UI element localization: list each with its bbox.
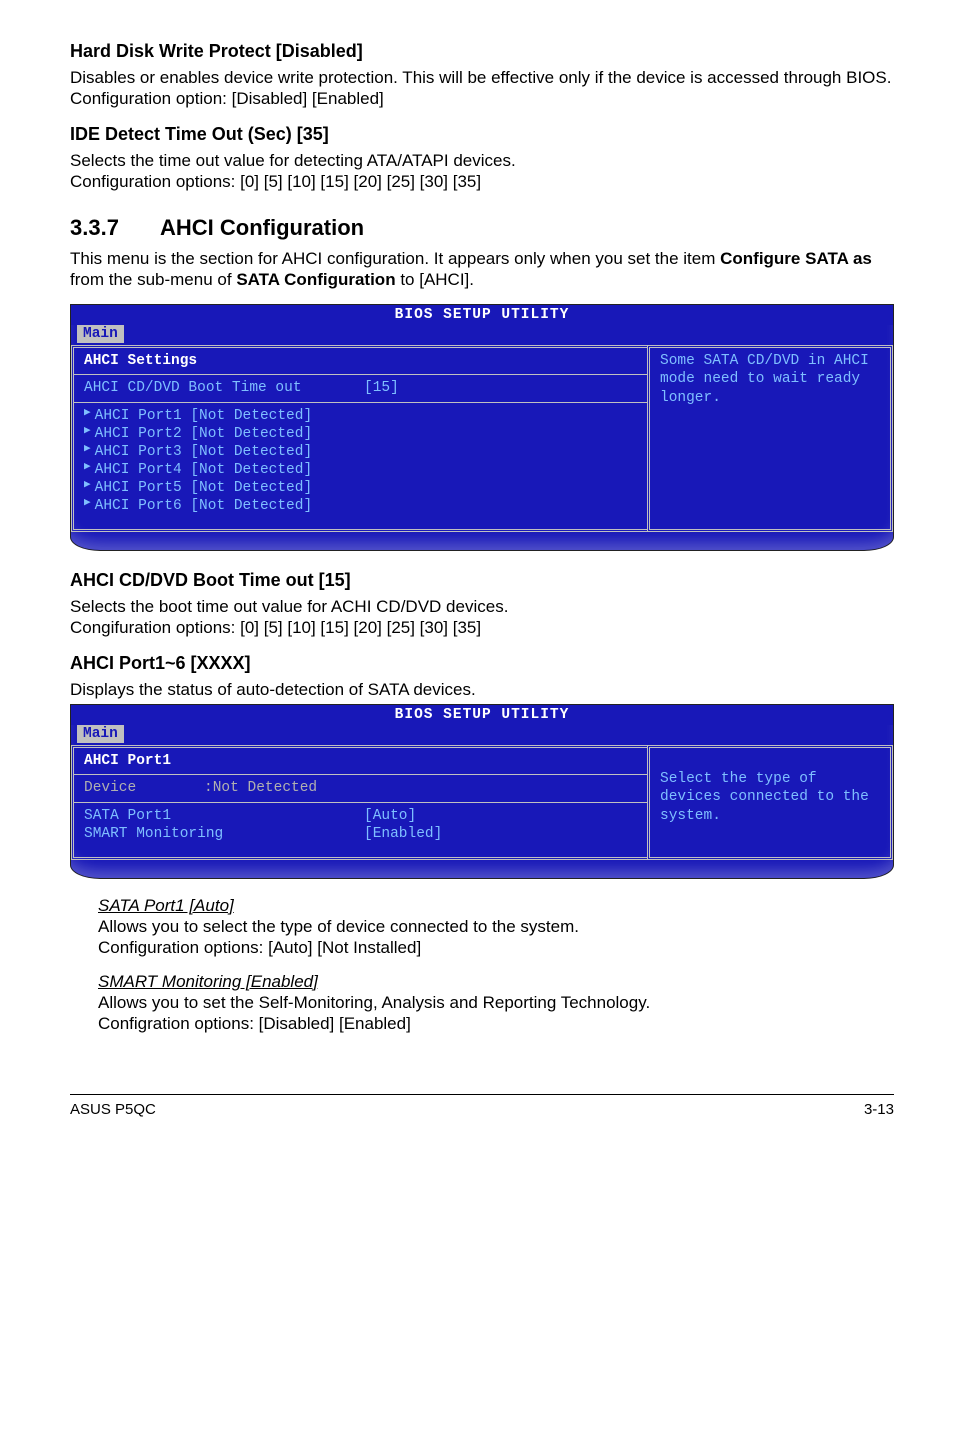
section-number: 3.3.7 (70, 214, 160, 242)
bios-field-value: :Not Detected (204, 779, 317, 797)
heading-boot-timeout: AHCI CD/DVD Boot Time out [15] (70, 569, 894, 592)
bios-left-panel: AHCI Settings AHCI CD/DVD Boot Time out … (71, 345, 647, 532)
body-text: Allows you to select the type of device … (98, 916, 894, 937)
bios-field-value: [Enabled] (364, 825, 442, 843)
bios-field-value: [Auto] (364, 807, 416, 825)
bios-submenu-port6[interactable]: AHCI Port6 [Not Detected] (84, 497, 637, 515)
body-text: Configuration options: [Auto] [Not Insta… (98, 937, 894, 958)
divider (74, 374, 647, 375)
bios-screenshot-ahci-settings: BIOS SETUP UTILITY Main AHCI Settings AH… (70, 304, 894, 551)
subheading-sata-port1: SATA Port1 [Auto] (98, 895, 894, 916)
bios-submenu-port2[interactable]: AHCI Port2 [Not Detected] (84, 425, 637, 443)
bios-screenshot-ahci-port1: BIOS SETUP UTILITY Main AHCI Port1 Devic… (70, 704, 894, 879)
bios-help-text: Select the type of devices connected to … (660, 770, 880, 824)
body-text: Selects the time out value for detecting… (70, 150, 894, 171)
body-text: Displays the status of auto-detection of… (70, 679, 894, 700)
divider (74, 802, 647, 803)
subheading-smart-monitoring: SMART Monitoring [Enabled] (98, 971, 894, 992)
heading-ports: AHCI Port1~6 [XXXX] (70, 652, 894, 675)
bios-field-value: [15] (364, 379, 399, 397)
bios-submenu-port3[interactable]: AHCI Port3 [Not Detected] (84, 443, 637, 461)
section-title: AHCI Configuration (160, 215, 364, 240)
bios-tabs: Main (71, 725, 893, 743)
bios-port-label: AHCI Port3 [Not Detected] (95, 443, 313, 461)
bios-help-panel: Select the type of devices connected to … (647, 745, 893, 860)
bios-row-smart-monitoring[interactable]: SMART Monitoring [Enabled] (84, 825, 637, 843)
bios-port-label: AHCI Port5 [Not Detected] (95, 479, 313, 497)
text-bold: Configure SATA as (720, 249, 872, 268)
text-bold: SATA Configuration (236, 270, 395, 289)
body-text: Configration options: [Disabled] [Enable… (98, 1013, 894, 1034)
bios-port-label: AHCI Port2 [Not Detected] (95, 425, 313, 443)
bios-port-label: AHCI Port4 [Not Detected] (95, 461, 313, 479)
bios-help-panel: Some SATA CD/DVD in AHCI mode need to wa… (647, 345, 893, 532)
bios-field-label: SMART Monitoring (84, 825, 364, 843)
body-text: Allows you to set the Self-Monitoring, A… (98, 992, 894, 1013)
page-footer: ASUS P5QC 3-13 (70, 1094, 894, 1120)
bios-help-text: Some SATA CD/DVD in AHCI mode need to wa… (660, 352, 880, 406)
bios-row-boot-timeout[interactable]: AHCI CD/DVD Boot Time out [15] (84, 379, 637, 397)
bios-left-panel: AHCI Port1 Device :Not Detected SATA Por… (71, 745, 647, 860)
bios-field-label: Device (84, 779, 204, 797)
bios-port-label: AHCI Port1 [Not Detected] (95, 407, 313, 425)
bios-row-device: Device :Not Detected (84, 779, 637, 797)
bios-port-label: AHCI Port6 [Not Detected] (95, 497, 313, 515)
heading-hdwp: Hard Disk Write Protect [Disabled] (70, 40, 894, 63)
text-fragment: This menu is the section for AHCI config… (70, 249, 720, 268)
heading-ide: IDE Detect Time Out (Sec) [35] (70, 123, 894, 146)
text-fragment: from the sub-menu of (70, 270, 236, 289)
body-text: Disables or enables device write protect… (70, 67, 894, 88)
bios-submenu-port4[interactable]: AHCI Port4 [Not Detected] (84, 461, 637, 479)
bios-field-label: AHCI CD/DVD Boot Time out (84, 379, 364, 397)
footer-product: ASUS P5QC (70, 1101, 156, 1120)
body-text: This menu is the section for AHCI config… (70, 248, 894, 291)
bios-title: BIOS SETUP UTILITY (71, 705, 893, 725)
bios-tabs: Main (71, 325, 893, 343)
bios-field-label: SATA Port1 (84, 807, 364, 825)
heading-ahci-config: 3.3.7AHCI Configuration (70, 214, 894, 242)
body-text: Configuration options: [0] [5] [10] [15]… (70, 171, 894, 192)
bios-panel-header: AHCI Settings (84, 352, 637, 370)
body-text: Configuration option: [Disabled] [Enable… (70, 88, 894, 109)
bios-submenu-port5[interactable]: AHCI Port5 [Not Detected] (84, 479, 637, 497)
text-fragment: to [AHCI]. (396, 270, 474, 289)
bios-tab-main[interactable]: Main (77, 725, 124, 743)
bios-row-sata-port[interactable]: SATA Port1 [Auto] (84, 807, 637, 825)
divider (74, 402, 647, 403)
bios-title: BIOS SETUP UTILITY (71, 305, 893, 325)
bios-tab-main[interactable]: Main (77, 325, 124, 343)
footer-page-number: 3-13 (864, 1101, 894, 1120)
bios-submenu-port1[interactable]: AHCI Port1 [Not Detected] (84, 407, 637, 425)
divider (74, 774, 647, 775)
bios-panel-header: AHCI Port1 (84, 752, 637, 770)
body-text: Selects the boot time out value for ACHI… (70, 596, 894, 617)
body-text: Congifuration options: [0] [5] [10] [15]… (70, 617, 894, 638)
